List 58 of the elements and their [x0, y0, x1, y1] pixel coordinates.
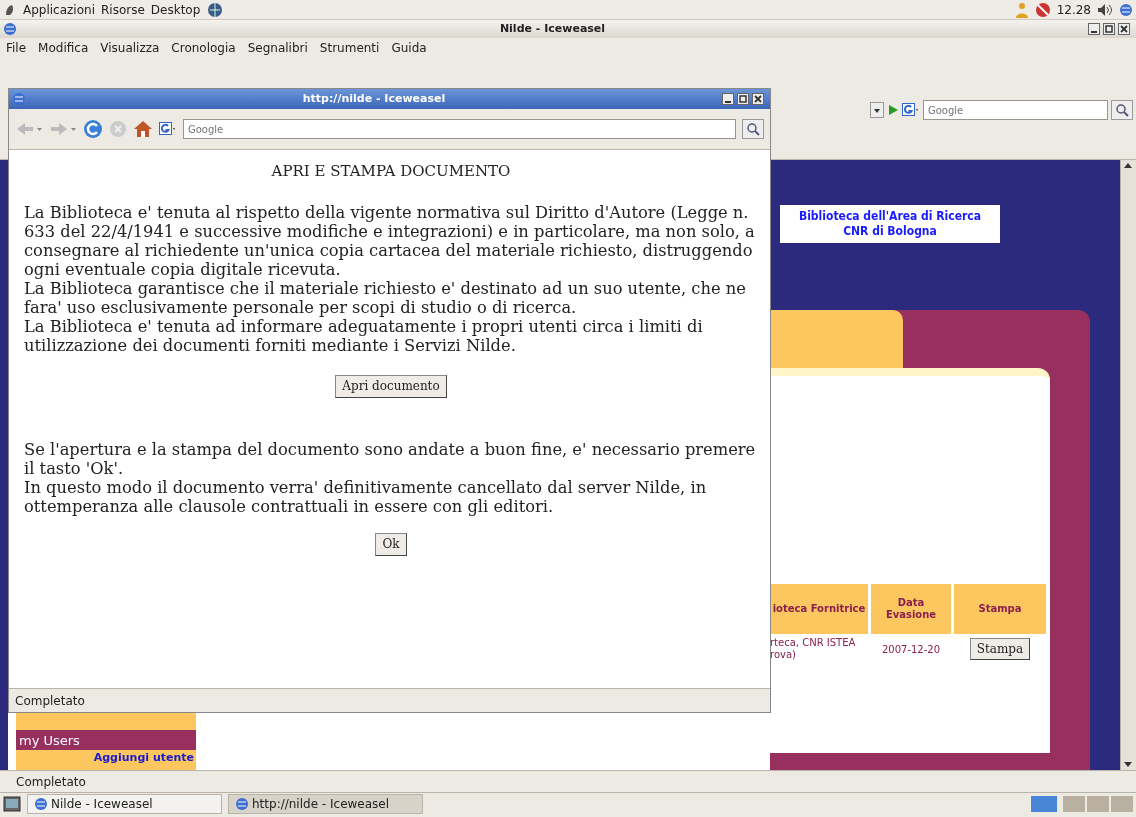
clock: 12.28 — [1056, 1, 1091, 19]
panel-menu[interactable]: Desktop — [150, 0, 201, 19]
globe-icon[interactable] — [1119, 2, 1133, 17]
menu-item[interactable]: Segnalibri — [247, 39, 308, 57]
search-icon[interactable] — [1111, 100, 1133, 120]
menu-item[interactable]: Cronologia — [171, 39, 236, 57]
library-logo: Biblioteca dell'Area di Ricerca CNR di Bologna — [780, 205, 1000, 243]
menu-item[interactable]: Guida — [391, 39, 427, 57]
google-icon[interactable] — [902, 103, 920, 117]
speaker-icon[interactable] — [1097, 2, 1113, 17]
panel-menu[interactable]: Applicazioni — [23, 0, 95, 19]
close-icon[interactable] — [1118, 23, 1130, 35]
ok-button[interactable]: Ok — [375, 533, 407, 556]
globe-icon[interactable] — [206, 1, 225, 18]
menu-item[interactable]: Modifica — [38, 39, 89, 57]
print-button[interactable]: Stampa — [969, 638, 1031, 660]
minimize-icon[interactable] — [1088, 23, 1100, 35]
table-cell-text: 2007-12-20 — [880, 642, 942, 657]
window-title: Nilde - Iceweasel — [498, 20, 607, 37]
minimize-icon[interactable] — [722, 93, 734, 105]
globe-icon — [12, 92, 26, 106]
add-user-link[interactable]: Aggiungi utente — [16, 750, 196, 770]
menu-item[interactable]: Strumenti — [319, 39, 380, 57]
status-text: Completato — [0, 770, 1136, 792]
table-cell-text: rteca, CNR ISTEA rova) — [770, 637, 857, 661]
taskbar-button[interactable]: Nilde - Iceweasel — [27, 794, 222, 814]
reload-icon[interactable] — [83, 119, 103, 139]
maximize-icon[interactable] — [737, 93, 749, 105]
column-header: Stampa — [954, 584, 1046, 634]
paragraph: In questo modo il documento verra' definitivamente cancellato dal server Nilde, in ottemperanza alle clausole contrattuali in essere con gli editori. — [24, 478, 708, 516]
sidebar-heading: my Users — [16, 730, 196, 750]
search-icon[interactable] — [742, 119, 764, 139]
open-document-button[interactable]: Apri documento — [335, 375, 447, 398]
paragraph: La Biblioteca garantisce che il materiale richiesto e' destinato ad un suo utente, che ne fara' uso esclusivamente personale per scopi di studio o di ricerca. — [24, 279, 747, 317]
panel-menu[interactable]: Risorse — [101, 0, 145, 19]
status-text: Completato — [9, 688, 770, 712]
close-icon[interactable] — [752, 93, 764, 105]
paragraph: Se l'apertura e la stampa del documento sono andate a buon fine, e' necessario premere il tasto 'Ok'. — [24, 440, 757, 478]
globe-icon — [3, 22, 17, 36]
paragraph: La Biblioteca e' tenuta al rispetto della vigente normativa sul Diritto d'Autore (Legge n. 633 del 22/4/1941 e successive modifiche e integrazioni) e in particolare, ma non solo, a consegnare al richiedente un'unica copia cartacea del materiale richiesto, distruggendo ogni eventuale copia digitale ricevuta. — [24, 203, 756, 279]
search-field[interactable]: Google — [183, 119, 736, 139]
page-heading: APRI E STAMPA DOCUMENTO — [270, 162, 512, 181]
search-field[interactable]: Google — [923, 100, 1108, 120]
desktop-icon[interactable] — [3, 796, 21, 812]
google-icon[interactable] — [159, 122, 177, 136]
network-icon[interactable] — [1034, 1, 1051, 18]
dropdown-icon[interactable] — [870, 102, 884, 118]
home-icon[interactable] — [133, 120, 153, 138]
menu-item[interactable]: Visualizza — [100, 39, 160, 57]
maximize-icon[interactable] — [1103, 23, 1115, 35]
taskbar-button[interactable]: http://nilde - Iceweasel — [228, 794, 423, 814]
column-header: ioteca Fornitrice — [770, 584, 868, 634]
paragraph: La Biblioteca e' tenuta ad informare adeguatamente i propri utenti circa i limiti di utilizzazione dei documenti forniti mediante i Servizi Nilde. — [24, 317, 704, 355]
column-header: Data Evasione — [871, 584, 951, 634]
globe-icon — [34, 797, 48, 811]
menu-item[interactable]: File — [6, 39, 27, 57]
globe-icon — [235, 797, 249, 811]
window-title: http://nilde - Iceweasel — [301, 90, 447, 107]
